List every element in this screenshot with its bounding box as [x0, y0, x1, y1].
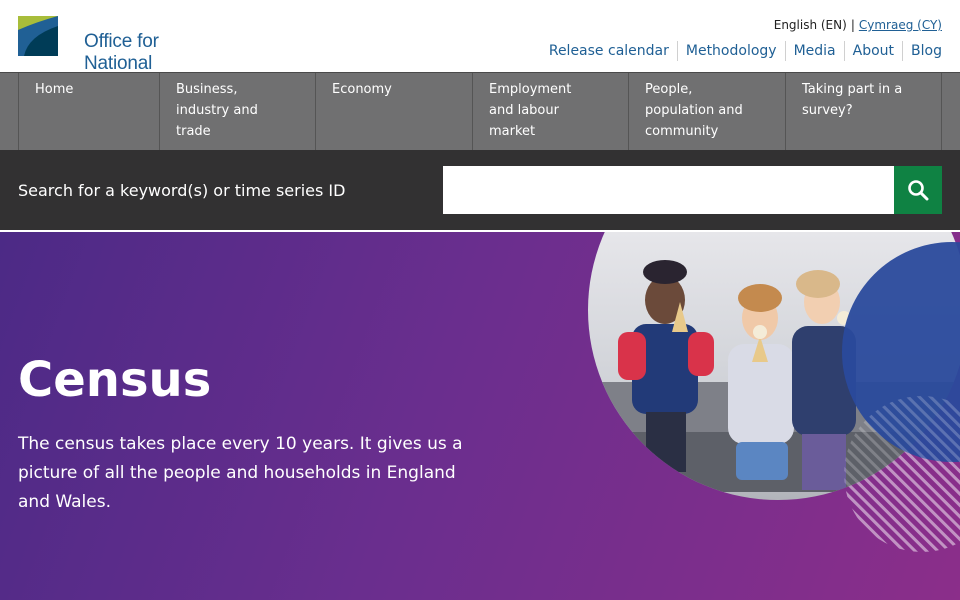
search-button[interactable]: [894, 166, 942, 214]
primary-nav: Home Business, industry and trade Econom…: [0, 72, 960, 150]
ons-logo-link[interactable]: Office for National Statistics: [18, 16, 228, 94]
language-current: English (EN): [773, 18, 847, 32]
hero-illustration: [588, 232, 960, 552]
language-switcher: English (EN) | Cymraeg (CY): [774, 17, 942, 33]
census-hero: Census The census takes place every 10 y…: [0, 232, 960, 600]
media-link[interactable]: Media: [784, 41, 844, 61]
nav-item-people[interactable]: People, population and community: [628, 73, 786, 150]
nav-item-label: Employment and labour market: [489, 82, 572, 139]
nav-item-label: Home: [35, 82, 74, 97]
nav-item-economy[interactable]: Economy: [315, 73, 473, 150]
hero-title: Census: [18, 352, 212, 408]
language-welsh-link[interactable]: Cymraeg (CY): [859, 18, 942, 32]
hero-description: The census takes place every 10 years. I…: [18, 434, 463, 512]
search-icon: [908, 180, 929, 201]
nav-item-business[interactable]: Business, industry and trade: [159, 73, 316, 150]
logo-text-line1: Office for: [84, 31, 159, 52]
search-label: Search for a keyword(s) or time series I…: [18, 181, 346, 200]
about-link[interactable]: About: [843, 41, 902, 61]
methodology-link[interactable]: Methodology: [676, 41, 785, 61]
search-input[interactable]: [443, 166, 894, 214]
nav-item-label: Business, industry and trade: [176, 82, 258, 139]
ons-logo-icon: [18, 16, 58, 56]
blog-link[interactable]: Blog: [902, 41, 942, 61]
release-calendar-link[interactable]: Release calendar: [541, 41, 677, 61]
language-separator: |: [850, 18, 855, 32]
nav-item-employment[interactable]: Employment and labour market: [472, 73, 629, 150]
site-header: Office for National Statistics English (…: [0, 0, 960, 94]
nav-item-label: Economy: [332, 82, 392, 97]
nav-item-survey[interactable]: Taking part in a survey?: [785, 73, 942, 150]
header-links: Release calendar Methodology Media About…: [541, 41, 942, 61]
nav-item-home[interactable]: Home: [18, 73, 160, 150]
nav-item-label: Taking part in a survey?: [802, 82, 903, 118]
nav-item-label: People, population and community: [645, 82, 743, 139]
